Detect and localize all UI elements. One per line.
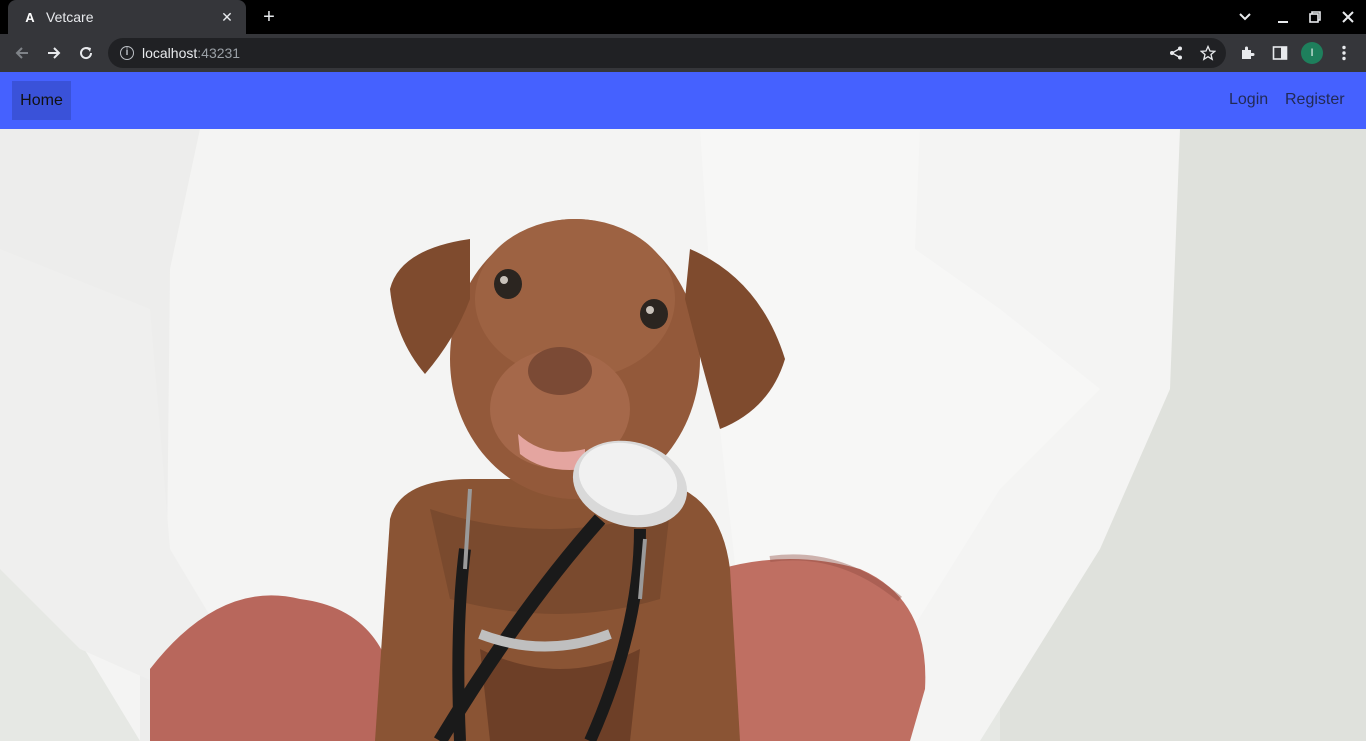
back-icon[interactable] [8,39,36,67]
reload-icon[interactable] [72,39,100,67]
bookmark-star-icon[interactable] [1200,45,1216,61]
app-navbar: Home Login Register [0,72,1366,129]
puppy-with-stethoscope-photo [0,129,1366,741]
forward-icon[interactable] [40,39,68,67]
nav-home-link[interactable]: Home [12,81,71,120]
minimize-icon[interactable] [1267,0,1299,34]
profile-avatar[interactable]: I [1301,42,1323,64]
url-host: localhost [142,45,198,61]
address-bar[interactable]: i localhost:43231 [108,38,1226,68]
tab-search-chevron-icon[interactable] [1229,0,1261,34]
nav-register-link[interactable]: Register [1285,91,1345,109]
browser-tab[interactable]: A Vetcare ✕ [8,0,246,34]
nav-login-link[interactable]: Login [1229,91,1268,109]
url-port: :43231 [197,45,241,61]
close-window-icon[interactable] [1332,0,1364,34]
tab-close-icon[interactable]: ✕ [218,9,236,26]
browser-toolbar: i localhost:43231 I [0,34,1366,72]
app-favicon-icon: A [25,9,35,25]
site-info-icon[interactable]: i [120,46,134,60]
tab-strip: A Vetcare ✕ + [0,0,1366,34]
restore-icon[interactable] [1299,0,1331,34]
side-panel-icon[interactable] [1266,39,1294,67]
share-icon[interactable] [1168,45,1184,61]
tab-title: Vetcare [46,9,94,25]
page-viewport: Home Login Register [0,72,1366,741]
new-tab-button[interactable]: + [258,6,280,28]
menu-kebab-icon[interactable] [1330,39,1358,67]
extensions-puzzle-icon[interactable] [1234,39,1262,67]
hero-image [0,129,1366,741]
